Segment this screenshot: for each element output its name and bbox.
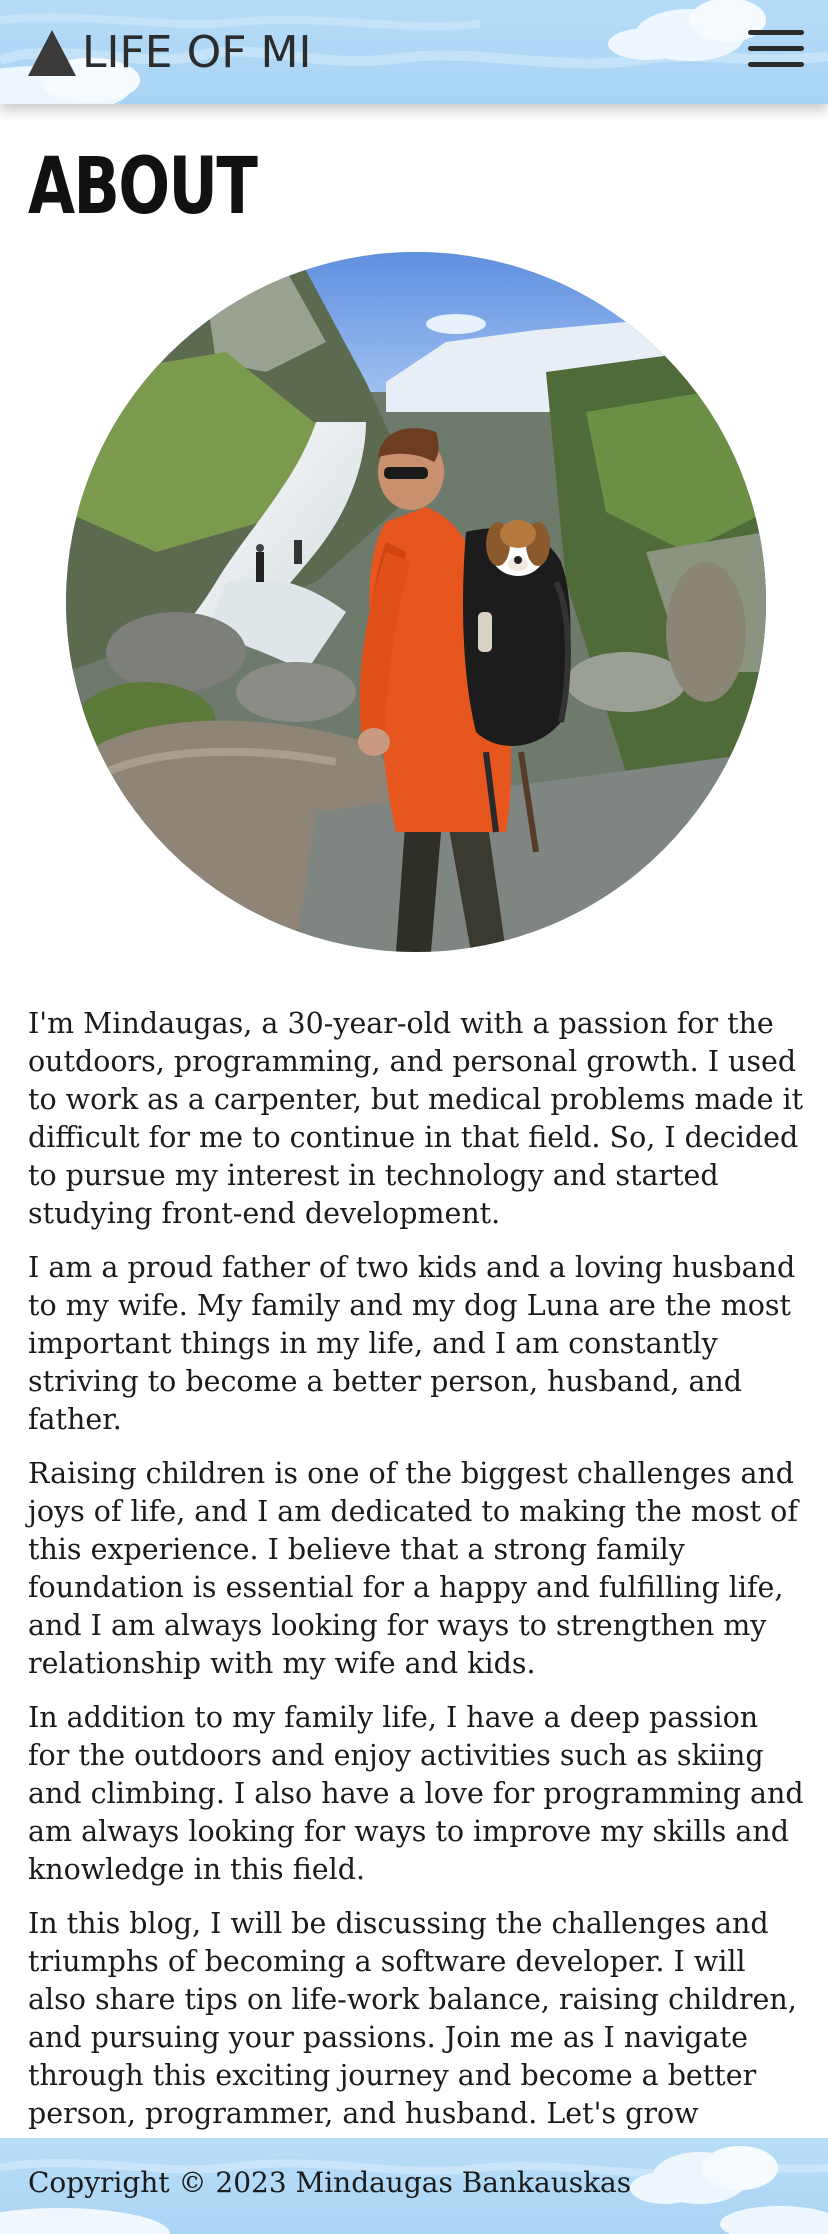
about-paragraph: In addition to my family life, I have a … <box>28 1701 804 1886</box>
about-text: I'm Mindaugas, a 30-year-old with a pass… <box>28 1005 808 2187</box>
site-title: LIFE OF MI <box>82 26 312 78</box>
site-brand[interactable]: LIFE OF MI <box>26 26 311 78</box>
menu-line <box>748 30 804 35</box>
menu-line <box>748 62 804 67</box>
copyright-text: Copyright © 2023 Mindaugas Bankauskas <box>28 2166 632 2199</box>
menu-line <box>748 46 804 51</box>
hiking-photo-illustration <box>66 252 766 952</box>
site-header: LIFE OF MI <box>0 0 828 104</box>
about-paragraph: I'm Mindaugas, a 30-year-old with a pass… <box>28 1007 804 1230</box>
mountain-icon <box>28 30 76 76</box>
about-paragraph: In this blog, I will be discussing the c… <box>28 1907 797 2168</box>
about-paragraph: Raising children is one of the biggest c… <box>28 1457 798 1680</box>
profile-photo <box>66 252 766 952</box>
hamburger-menu-icon[interactable] <box>748 30 804 74</box>
page-title: ABOUT <box>28 142 258 232</box>
about-paragraph: I am a proud father of two kids and a lo… <box>28 1251 796 1436</box>
site-footer: Copyright © 2023 Mindaugas Bankauskas <box>0 2138 828 2234</box>
